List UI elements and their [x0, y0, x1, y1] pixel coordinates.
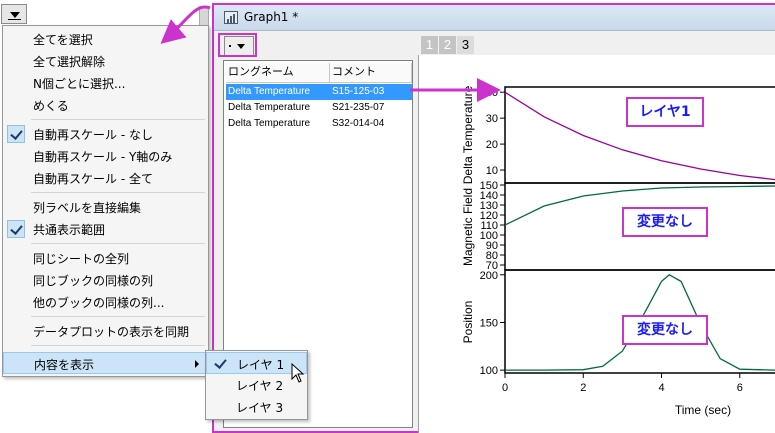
menu-item-label: 列ラベルを直接編集 [33, 201, 142, 215]
submenu-arrow-icon [195, 360, 199, 368]
menu-separator [31, 243, 205, 244]
menu-item-rescale-all[interactable]: 自動再スケール - 全て [3, 167, 208, 189]
menu-item-similar-columns-other-books[interactable]: 他のブックの同様の列... [3, 291, 208, 313]
row-long-name: Delta Temperature [228, 102, 311, 113]
row-comment: S15-125-03 [332, 86, 385, 97]
submenu-layers: レイヤ 1 レイヤ 2 レイヤ 3 [205, 350, 308, 420]
layer-tabs: 1 2 3 [421, 36, 474, 54]
check-icon [7, 125, 25, 143]
menu-item-rescale-none[interactable]: 自動再スケール - なし [3, 123, 208, 145]
menu-separator [31, 192, 205, 193]
menu-separator [31, 345, 205, 346]
annotation-layer1: レイヤ1 [626, 97, 704, 127]
submenu-item-label: レイヤ 2 [236, 379, 284, 393]
menu-item-rescale-y-only[interactable]: 自動再スケール - Y軸のみ [3, 145, 208, 167]
submenu-item-label: レイヤ 3 [236, 401, 284, 415]
column-header-long-name[interactable]: ロングネーム [226, 63, 330, 82]
plot-area [418, 55, 775, 433]
menu-item-label: データプロットの表示を同期 [33, 325, 190, 339]
menu-separator [31, 316, 205, 317]
menu-item-select-all[interactable]: 全てを選択 [3, 28, 208, 50]
menu-item-label: 内容を表示 [34, 358, 95, 372]
title-bar: Graph1 * [214, 5, 775, 31]
menu-item-edit-column-labels[interactable]: 列ラベルを直接編集 [3, 196, 208, 218]
menu-item-label: 全てを選択 [33, 33, 93, 47]
layer-tab-1[interactable]: 1 [421, 36, 438, 54]
menu-item-label: 自動再スケール - 全て [33, 172, 153, 186]
layer-tab-3[interactable]: 3 [457, 36, 474, 54]
menu-item-label: 全て選択解除 [33, 55, 106, 69]
menu-item-show-content[interactable]: 内容を表示 [3, 352, 208, 374]
menu-item-label: N個ごとに選択... [33, 77, 126, 91]
data-list-row[interactable]: Delta Temperature S15-125-03 [226, 84, 412, 100]
row-long-name: Delta Temperature [228, 118, 311, 129]
menu-item-label: 同じブックの同様の列 [33, 274, 154, 288]
context-menu: 全てを選択 全て選択解除 N個ごとに選択... めくる 自動再スケール - なし… [2, 25, 209, 377]
submenu-item-layer-3[interactable]: レイヤ 3 [206, 396, 307, 418]
menu-item-label: 自動再スケール - Y軸のみ [33, 150, 173, 164]
menu-dropdown-button[interactable] [1, 4, 27, 24]
menu-item-label: めくる [33, 99, 69, 113]
layer-tab-2[interactable]: 2 [439, 36, 456, 54]
data-list-row[interactable]: Delta Temperature S21-235-07 [226, 100, 412, 116]
dropdown-highlight-box [218, 33, 257, 57]
annotation-unchanged-layer2: 変更なし [622, 207, 708, 237]
submenu-item-label: レイヤ 1 [237, 358, 285, 372]
menu-item-sync-data-plot[interactable]: データプロットの表示を同期 [3, 320, 208, 342]
graph-window-icon [224, 11, 238, 24]
menu-item-label: 他のブックの同様の列... [33, 296, 165, 310]
data-list-header: ロングネーム コメント [226, 63, 412, 83]
menu-item-select-every-n[interactable]: N個ごとに選択... [3, 72, 208, 94]
check-icon [7, 220, 25, 238]
window-title: Graph1 * [244, 10, 299, 24]
row-comment: S21-235-07 [332, 102, 385, 113]
data-list-row[interactable]: Delta Temperature S32-014-04 [226, 116, 412, 132]
menu-item-deselect-all[interactable]: 全て選択解除 [3, 50, 208, 72]
check-icon [211, 355, 229, 373]
column-header-comment[interactable]: コメント [330, 63, 412, 82]
menu-item-similar-columns-same-book[interactable]: 同じブックの同様の列 [3, 269, 208, 291]
annotation-unchanged-layer3: 変更なし [622, 315, 708, 345]
menu-item-label: 自動再スケール - なし [33, 128, 153, 142]
menu-separator [31, 119, 205, 120]
row-long-name: Delta Temperature [228, 86, 311, 97]
menu-item-label: 共通表示範囲 [33, 223, 106, 237]
mouse-cursor-icon [291, 363, 305, 383]
menu-scroll-tab[interactable] [199, 6, 209, 26]
row-comment: S32-014-04 [332, 118, 385, 129]
menu-item-label: 同じシートの全列 [33, 252, 130, 266]
menu-item-flip[interactable]: めくる [3, 94, 208, 116]
menu-item-common-display-range[interactable]: 共通表示範囲 [3, 218, 208, 240]
menu-item-all-columns-same-sheet[interactable]: 同じシートの全列 [3, 247, 208, 269]
